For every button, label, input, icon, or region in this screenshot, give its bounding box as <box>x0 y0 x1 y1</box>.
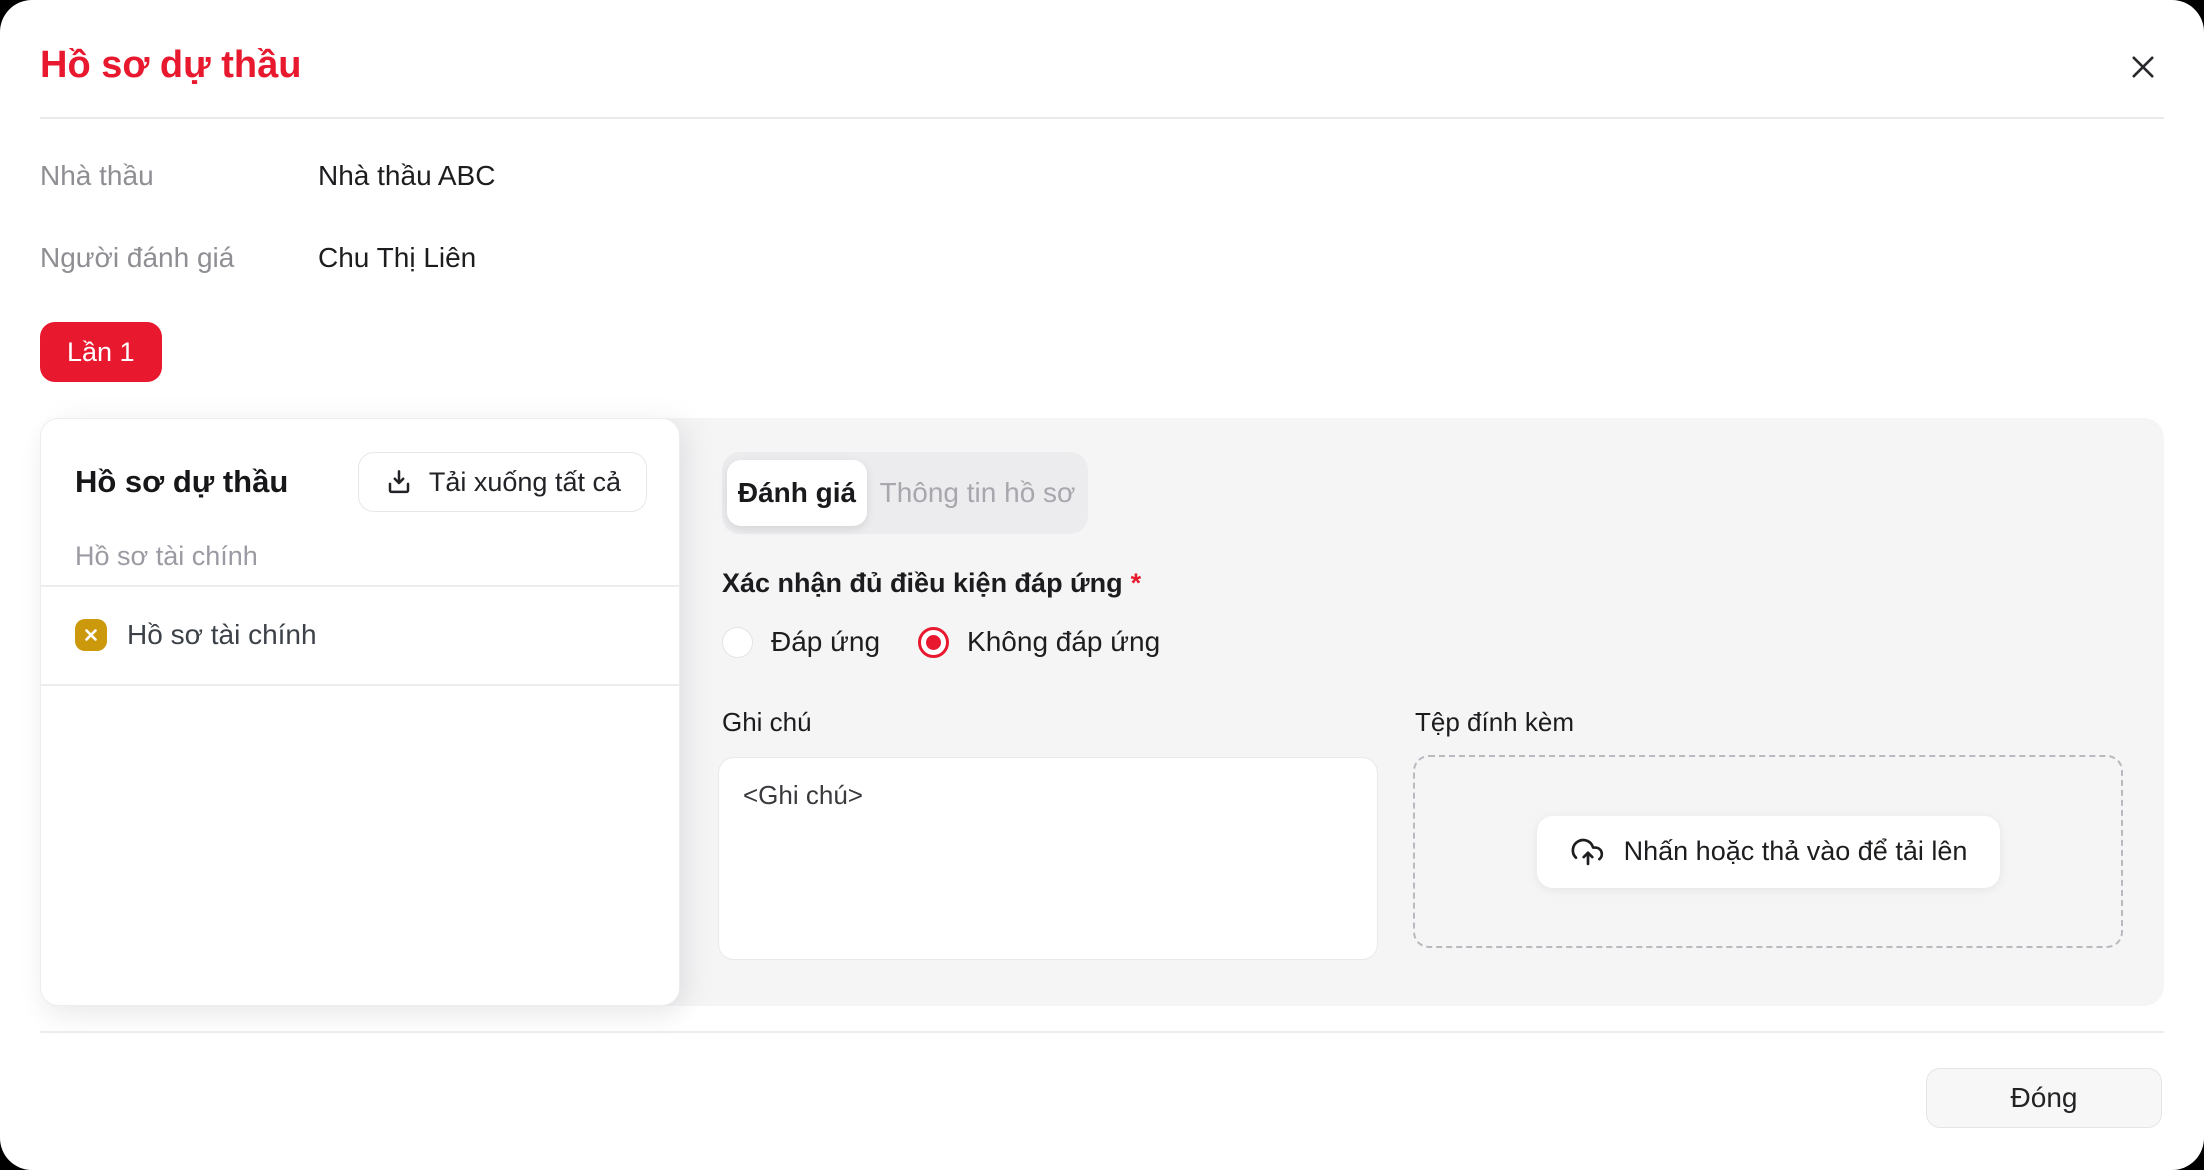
note-textarea[interactable]: <Ghi chú> <box>718 757 1378 960</box>
document-item-label: Hồ sơ tài chính <box>127 619 317 651</box>
round-badge: Lần 1 <box>40 322 162 382</box>
document-list-item[interactable]: Hồ sơ tài chính <box>41 587 679 684</box>
radio-label: Không đáp ứng <box>967 626 1160 658</box>
upload-button-label: Nhấn hoặc thả vào để tải lên <box>1624 836 1968 867</box>
radio-unselected-icon <box>722 627 753 658</box>
contractor-value: Nhà thầu ABC <box>318 160 495 192</box>
download-all-label: Tải xuống tất cả <box>429 467 621 498</box>
file-dropzone[interactable]: Nhấn hoặc thả vào để tải lên <box>1413 755 2123 948</box>
dialog-title: Hồ sơ dự thầu <box>40 42 301 90</box>
evaluator-row: Người đánh giá Chu Thị Liên <box>40 239 476 277</box>
close-dialog-button[interactable] <box>2124 48 2162 86</box>
bid-documents-dialog: Hồ sơ dự thầu Nhà thầu Nhà thầu ABC Ngườ… <box>0 0 2204 1170</box>
documents-card: Hồ sơ dự thầu Tải xuống tất cả Hồ sơ tài… <box>40 418 680 1006</box>
upload-button[interactable]: Nhấn hoặc thả vào để tải lên <box>1537 816 2000 888</box>
eligibility-radio-group: Đáp ứng Không đáp ứng <box>722 622 1160 662</box>
content-panel: Hồ sơ dự thầu Tải xuống tất cả Hồ sơ tài… <box>40 418 2164 1006</box>
eligibility-question-label: Xác nhận đủ điều kiện đáp ứng <box>722 568 1123 598</box>
note-label: Ghi chú <box>722 707 812 738</box>
header-divider <box>40 117 2164 119</box>
radio-option-dap-ung[interactable]: Đáp ứng <box>722 626 880 658</box>
rejected-status-icon <box>75 619 107 651</box>
screen: Hồ sơ dự thầu Nhà thầu Nhà thầu ABC Ngườ… <box>0 0 2204 1170</box>
attachments-label: Tệp đính kèm <box>1415 707 1574 738</box>
close-footer-button[interactable]: Đóng <box>1926 1068 2162 1128</box>
detail-tabs: Đánh giá Thông tin hồ sơ <box>722 452 1088 534</box>
close-icon <box>2126 50 2160 84</box>
documents-card-title: Hồ sơ dự thầu <box>75 464 288 500</box>
cloud-upload-icon <box>1569 833 1607 871</box>
eligibility-question: Xác nhận đủ điều kiện đáp ứng * <box>722 568 1141 599</box>
document-group-label: Hồ sơ tài chính <box>75 541 258 572</box>
radio-option-khong-dap-ung[interactable]: Không đáp ứng <box>918 626 1160 658</box>
tab-danh-gia[interactable]: Đánh giá <box>727 460 867 526</box>
contractor-row: Nhà thầu Nhà thầu ABC <box>40 157 495 195</box>
required-asterisk: * <box>1131 568 1142 598</box>
tab-thong-tin-ho-so[interactable]: Thông tin hồ sơ <box>867 477 1088 509</box>
card-divider <box>41 684 679 686</box>
radio-dot <box>926 635 941 650</box>
radio-selected-icon <box>918 627 949 658</box>
evaluator-value: Chu Thị Liên <box>318 242 476 274</box>
download-all-button[interactable]: Tải xuống tất cả <box>358 452 647 512</box>
contractor-label: Nhà thầu <box>40 160 318 192</box>
documents-card-header: Hồ sơ dự thầu Tải xuống tất cả <box>75 452 647 512</box>
footer-divider <box>40 1031 2164 1033</box>
evaluator-label: Người đánh giá <box>40 242 318 274</box>
radio-label: Đáp ứng <box>771 626 880 658</box>
download-icon <box>384 467 414 497</box>
